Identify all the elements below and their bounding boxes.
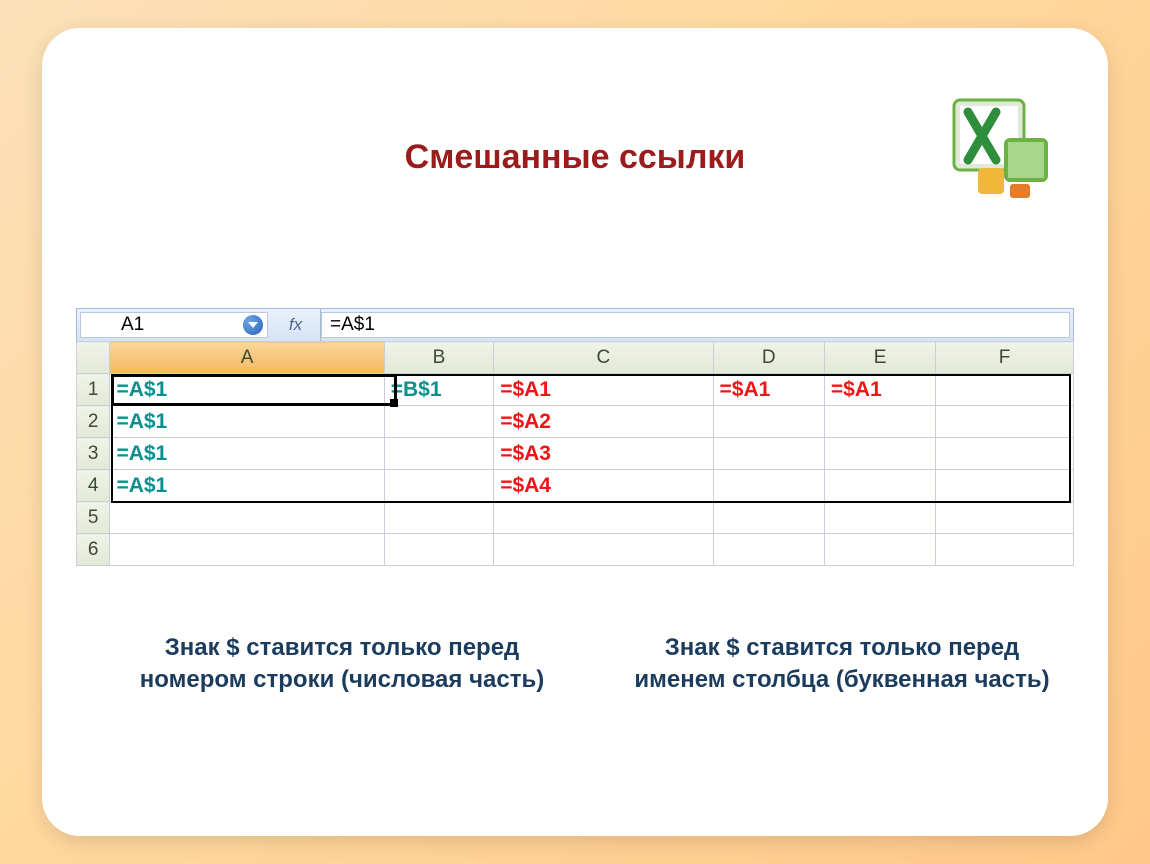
caption-left: Знак $ ставится только перед номером стр… [122, 632, 562, 697]
cell[interactable] [936, 534, 1074, 566]
cell[interactable]: =A$1 [110, 374, 384, 406]
cell[interactable] [494, 534, 713, 566]
cell[interactable]: =$A1 [824, 374, 935, 406]
cell[interactable]: =$A4 [494, 470, 713, 502]
cell[interactable] [713, 470, 824, 502]
cell[interactable]: =$A1 [494, 374, 713, 406]
cell[interactable] [824, 470, 935, 502]
fx-icon[interactable]: fx [271, 309, 321, 341]
cell[interactable] [824, 438, 935, 470]
cell[interactable] [713, 502, 824, 534]
cell[interactable] [713, 534, 824, 566]
cell[interactable] [494, 502, 713, 534]
caption-right: Знак $ ставится только перед именем стол… [622, 632, 1062, 697]
formula-input[interactable]: =A$1 [321, 312, 1070, 338]
cell[interactable] [110, 534, 384, 566]
cell[interactable] [936, 502, 1074, 534]
excel-icon [948, 94, 1058, 204]
column-header[interactable]: F [936, 342, 1074, 374]
cell[interactable]: =$A1 [713, 374, 824, 406]
column-header[interactable]: E [824, 342, 935, 374]
cell[interactable] [384, 406, 493, 438]
formula-text: =A$1 [330, 314, 375, 336]
cell[interactable] [824, 502, 935, 534]
cell[interactable]: =$A2 [494, 406, 713, 438]
cell[interactable]: =A$1 [110, 438, 384, 470]
spreadsheet-grid[interactable]: ABCDEF 1=A$1=B$1=$A1=$A1=$A12=A$1=$A23=A… [76, 341, 1074, 566]
cell[interactable]: =$A3 [494, 438, 713, 470]
name-box-value: A1 [121, 314, 144, 336]
name-box[interactable]: A1 [80, 312, 268, 338]
cell[interactable] [110, 502, 384, 534]
cell[interactable] [936, 406, 1074, 438]
slide-card: Смешанные ссылки A1 fx =A$1 ABCDEF 1=A$1… [42, 28, 1108, 836]
chevron-down-icon[interactable] [243, 315, 263, 335]
cell[interactable] [713, 406, 824, 438]
column-header[interactable]: D [713, 342, 824, 374]
cell[interactable] [824, 534, 935, 566]
cell[interactable] [384, 534, 493, 566]
cell[interactable] [936, 438, 1074, 470]
formula-bar: A1 fx =A$1 [76, 308, 1074, 342]
cell[interactable]: =A$1 [110, 406, 384, 438]
column-header[interactable]: C [494, 342, 713, 374]
column-header[interactable]: B [384, 342, 493, 374]
cell[interactable]: =B$1 [384, 374, 493, 406]
select-all-corner[interactable] [77, 342, 110, 374]
row-header[interactable]: 6 [77, 534, 110, 566]
cell[interactable] [936, 470, 1074, 502]
cell[interactable] [384, 438, 493, 470]
cell[interactable] [713, 438, 824, 470]
cell[interactable]: =A$1 [110, 470, 384, 502]
row-header[interactable]: 1 [77, 374, 110, 406]
cell[interactable] [824, 406, 935, 438]
row-header[interactable]: 5 [77, 502, 110, 534]
cell[interactable] [936, 374, 1074, 406]
cell[interactable] [384, 470, 493, 502]
row-header[interactable]: 2 [77, 406, 110, 438]
row-header[interactable]: 3 [77, 438, 110, 470]
cell[interactable] [384, 502, 493, 534]
row-header[interactable]: 4 [77, 470, 110, 502]
column-header[interactable]: A [110, 342, 384, 374]
